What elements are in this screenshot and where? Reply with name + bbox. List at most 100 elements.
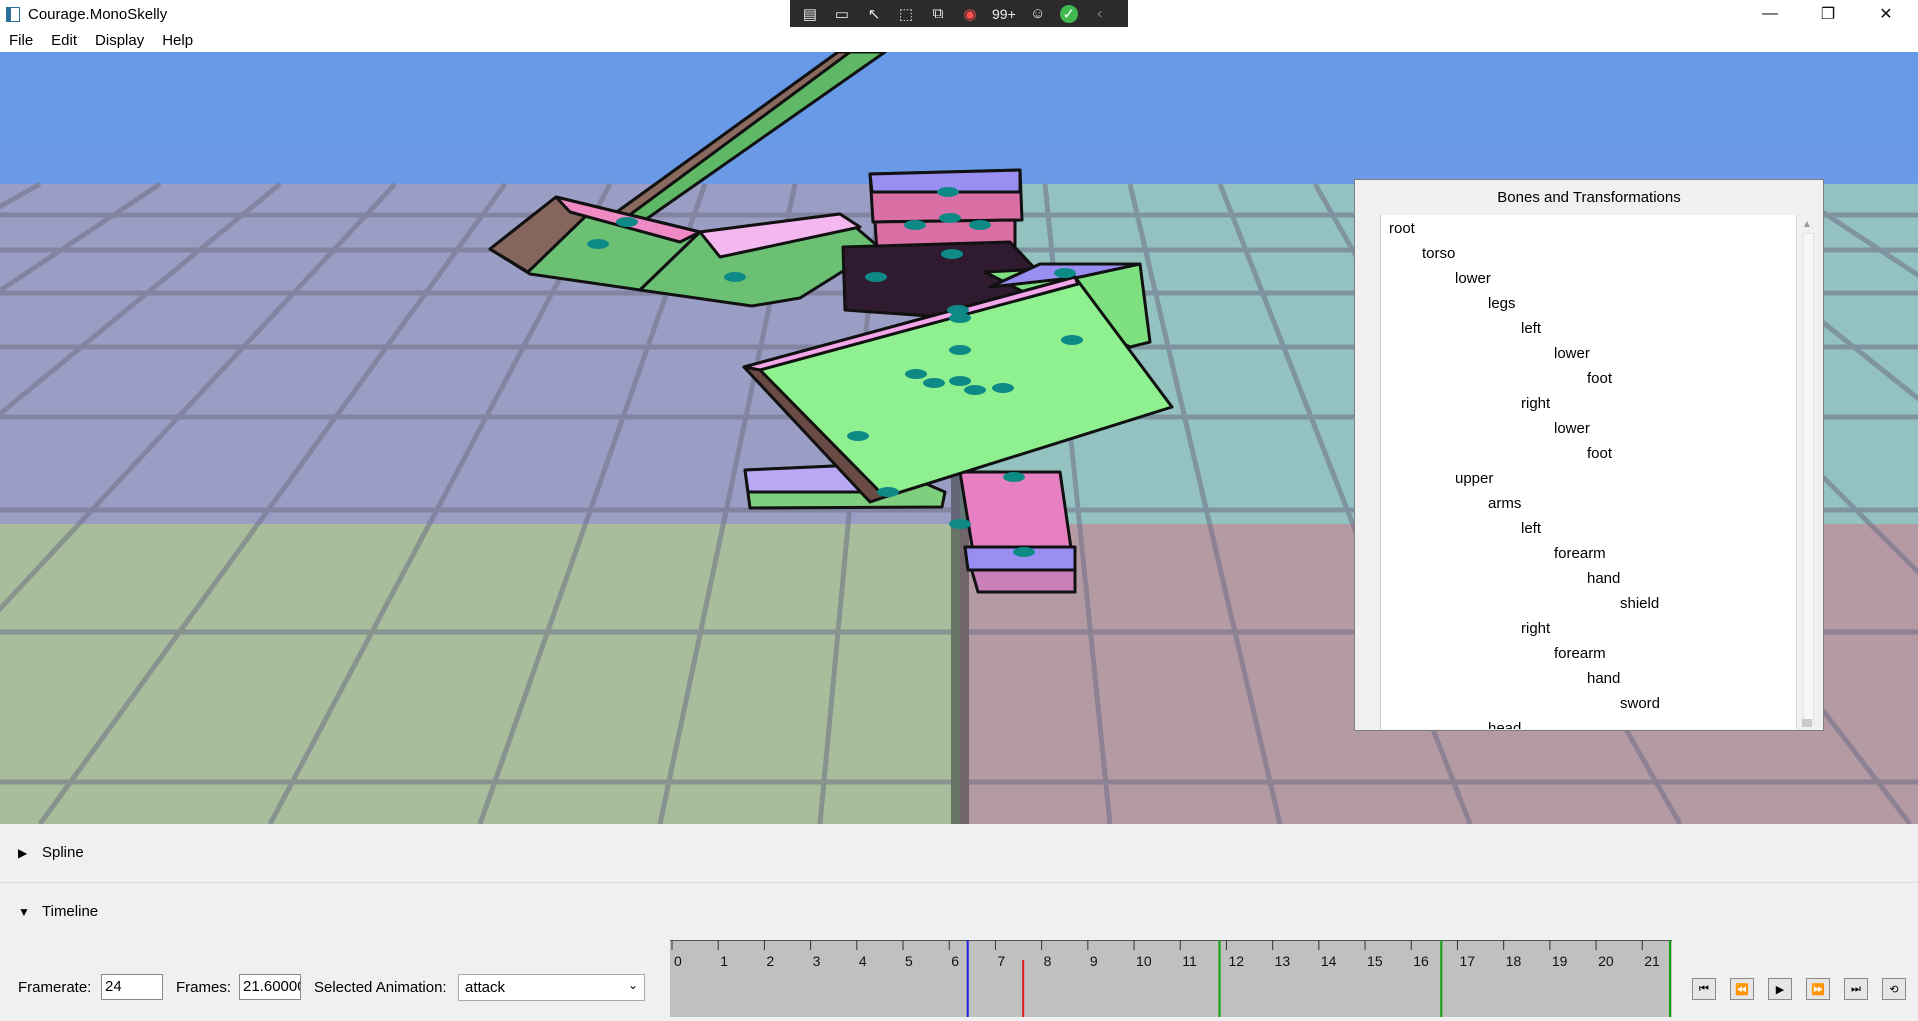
timeline-tick-label: 20 xyxy=(1598,953,1614,969)
bone-node-root[interactable]: root xyxy=(1389,217,1415,241)
bone-node-sword[interactable]: sword xyxy=(1620,692,1660,716)
timeline-tick-label: 9 xyxy=(1090,953,1098,969)
spline-label: Spline xyxy=(42,844,84,861)
scrollbar-thumb[interactable] xyxy=(1803,233,1814,725)
bone-node-head[interactable]: head xyxy=(1488,717,1521,729)
step-forward-button[interactable]: ⏩ xyxy=(1806,978,1830,1000)
bones-panel: Bones and Transformations root torso lower… xyxy=(1354,179,1824,731)
spline-section: ▶ Spline xyxy=(0,824,1918,882)
go-to-end-icon: ⏭ xyxy=(1851,982,1861,995)
scroll-up-icon[interactable]: ▲ xyxy=(1802,219,1812,230)
screen-recorder-toolbar: ▤ ▭ ↖ ⬚ ⧉ ◉ 99+ ☺ ✓ ‹ xyxy=(790,0,1128,27)
bones-tree[interactable]: root torso lower legs left lower foot right lowe… xyxy=(1380,215,1797,729)
bone-node-forearm[interactable]: forearm xyxy=(1554,542,1606,566)
timeline-tick-label: 15 xyxy=(1367,953,1383,969)
timeline-tick-label: 5 xyxy=(905,953,913,969)
timeline-tick-label: 0 xyxy=(674,953,682,969)
framerate-input[interactable]: 24 xyxy=(101,974,163,1000)
spline-expander[interactable]: ▶ Spline xyxy=(18,844,84,861)
region-capture-icon[interactable]: ⬚ xyxy=(896,5,916,23)
timeline-tick-label: 11 xyxy=(1182,953,1197,969)
close-button[interactable]: ✕ xyxy=(1858,0,1914,28)
timeline-tick-label: 13 xyxy=(1275,953,1291,969)
timeline-ruler[interactable]: 0 1 2 3 4 5 6 7 8 9 10 11 12 13 14 15 16 17 18 19 20 21 xyxy=(670,940,1672,1017)
window-title: Courage.MonoSkelly xyxy=(28,6,168,23)
check-icon[interactable]: ✓ xyxy=(1059,4,1078,23)
bone-node-hand[interactable]: hand xyxy=(1587,567,1620,591)
minimize-button[interactable]: — xyxy=(1742,0,1798,28)
menu-display[interactable]: Display xyxy=(86,32,153,49)
timeline-tick-label: 4 xyxy=(859,953,867,969)
timeline-tick-label: 17 xyxy=(1459,953,1475,969)
bone-node-torso[interactable]: torso xyxy=(1422,242,1455,266)
title-bar: Courage.MonoSkelly ▤ ▭ ↖ ⬚ ⧉ ◉ 99+ ☺ ✓ ‹… xyxy=(0,0,1918,28)
menu-help[interactable]: Help xyxy=(153,32,202,49)
timeline-tick-label: 14 xyxy=(1321,953,1337,969)
accessibility-icon[interactable]: ☺ xyxy=(1028,5,1048,23)
timeline-tick-label: 1 xyxy=(720,953,728,969)
bone-node-left[interactable]: left xyxy=(1521,517,1541,541)
timeline-tick-label: 3 xyxy=(813,953,821,969)
play-icon: ▶ xyxy=(1775,983,1785,996)
screenshot-icon[interactable]: ▤ xyxy=(800,5,820,23)
frames-input[interactable]: 21.600000 xyxy=(239,974,301,1000)
bone-node-foot[interactable]: foot xyxy=(1587,367,1612,391)
frames-label: Frames: xyxy=(176,979,232,996)
play-button[interactable]: ▶ xyxy=(1768,978,1792,1000)
timeline-expander[interactable]: ▼ Timeline xyxy=(18,903,98,920)
framerate-label: Framerate: xyxy=(18,979,92,996)
scrollbar-end xyxy=(1802,719,1812,727)
step-forward-icon: ⏩ xyxy=(1811,983,1825,996)
bone-node-right[interactable]: right xyxy=(1521,617,1550,641)
selected-animation-label: Selected Animation: xyxy=(314,979,447,996)
loop-icon: ⟲ xyxy=(1889,983,1899,996)
timeline-tick-label: 2 xyxy=(766,953,774,969)
menu-bar: File Edit Display Help xyxy=(0,28,1918,52)
bone-node-left[interactable]: left xyxy=(1521,317,1541,341)
step-back-icon: ⏪ xyxy=(1735,983,1749,996)
loop-button[interactable]: ⟲ xyxy=(1882,978,1906,1000)
menu-file[interactable]: File xyxy=(0,32,42,49)
animation-select-value: attack xyxy=(465,979,506,996)
record-icon[interactable]: ◉ xyxy=(960,5,980,23)
app-icon xyxy=(6,7,20,22)
timeline-label: Timeline xyxy=(42,903,99,920)
timeline-tick-label: 6 xyxy=(951,953,959,969)
maximize-button[interactable]: ❐ xyxy=(1800,0,1856,28)
step-back-button[interactable]: ⏪ xyxy=(1730,978,1754,1000)
bones-panel-title: Bones and Transformations xyxy=(1497,188,1681,206)
expand-right-icon: ▶ xyxy=(18,845,28,860)
select-pointer-icon[interactable]: ↖ xyxy=(864,5,884,23)
timeline-tick-label: 21 xyxy=(1644,953,1660,969)
bone-node-hand[interactable]: hand xyxy=(1587,667,1620,691)
timeline-tick-label: 7 xyxy=(997,953,1005,969)
expand-down-icon: ▼ xyxy=(18,904,30,919)
timeline-tick-label: 18 xyxy=(1506,953,1522,969)
bone-node-lower[interactable]: lower xyxy=(1554,342,1590,366)
animation-select[interactable]: attack ⌄ xyxy=(458,974,645,1001)
bone-node-right[interactable]: right xyxy=(1521,392,1550,416)
notification-count: 99+ xyxy=(992,5,1016,22)
bone-node-shield[interactable]: shield xyxy=(1620,592,1659,616)
video-camera-icon[interactable]: ▭ xyxy=(832,5,852,23)
sky xyxy=(0,52,1918,184)
collapse-arrow-icon[interactable]: ‹ xyxy=(1090,5,1110,23)
go-to-start-icon: ⏮ xyxy=(1699,982,1709,995)
bone-node-lower[interactable]: lower xyxy=(1554,417,1590,441)
bone-node-upper[interactable]: upper xyxy=(1455,467,1493,491)
go-to-start-button[interactable]: ⏮ xyxy=(1692,978,1716,1000)
floor-green xyxy=(0,524,960,824)
bone-node-arms[interactable]: arms xyxy=(1488,492,1521,516)
go-to-end-button[interactable]: ⏭ xyxy=(1844,978,1868,1000)
menu-edit[interactable]: Edit xyxy=(42,32,86,49)
bone-node-legs[interactable]: legs xyxy=(1488,292,1516,316)
bone-node-foot[interactable]: foot xyxy=(1587,442,1612,466)
window-capture-icon[interactable]: ⧉ xyxy=(928,5,948,23)
timeline-ruler-svg: 0 1 2 3 4 5 6 7 8 9 10 11 12 13 14 15 16 17 18 19 20 21 xyxy=(670,940,1672,1017)
timeline-tick-label: 19 xyxy=(1552,953,1568,969)
bone-node-forearm[interactable]: forearm xyxy=(1554,642,1606,666)
timeline-tick-label: 8 xyxy=(1044,953,1052,969)
bones-scrollbar[interactable]: ▲ xyxy=(1796,215,1819,729)
bone-node-lower[interactable]: lower xyxy=(1455,267,1491,291)
timeline-tick-label: 10 xyxy=(1136,953,1152,969)
